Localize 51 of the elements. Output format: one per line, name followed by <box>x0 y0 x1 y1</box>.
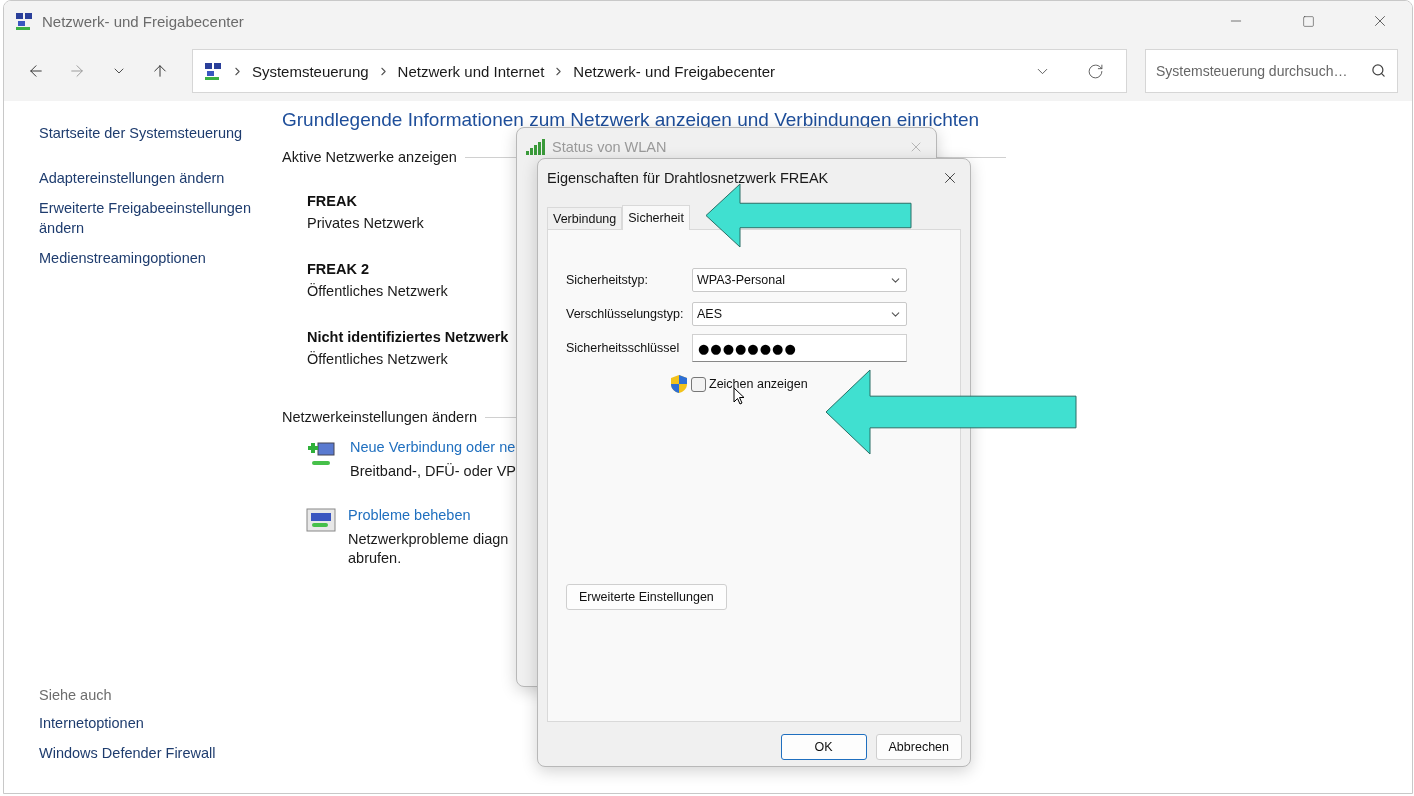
checkbox[interactable] <box>691 376 706 392</box>
checkbox-label[interactable]: Zeichen anzeigen <box>709 377 808 391</box>
field-label: Verschlüsselungstyp: <box>566 307 685 321</box>
dropdown[interactable]: WPA3-Personal <box>692 268 907 292</box>
task-description: Breitband-, DFÜ- oder VP <box>350 462 516 481</box>
tab[interactable]: Verbindung <box>547 207 623 229</box>
network-name: FREAK 2 <box>307 261 370 277</box>
shield-icon <box>670 374 688 394</box>
task-description: abrufen. <box>348 549 403 568</box>
refresh-icon[interactable] <box>1087 62 1104 80</box>
dialog-title: Status von WLAN <box>552 138 668 155</box>
address-bar[interactable]: Systemsteuerung Netzwerk und Internet Netzwerk- und Freigabecenter <box>191 49 1127 93</box>
signal-icon <box>526 138 546 155</box>
tab[interactable]: Sicherheit <box>622 205 690 230</box>
network-icon <box>14 11 34 31</box>
field-label: Sicherheitsschlüssel <box>566 341 681 355</box>
advanced-settings-button[interactable]: Erweiterte Einstellungen <box>566 584 727 610</box>
mouse-cursor-icon <box>733 387 745 405</box>
sidebar-link[interactable]: Internetoptionen <box>39 713 254 733</box>
network-type: Öffentliches Netzwerk <box>307 283 448 299</box>
task-link[interactable]: Probleme beheben <box>348 507 471 523</box>
dropdown[interactable]: AES <box>692 302 907 326</box>
troubleshoot-icon <box>306 507 336 535</box>
sidebar-link[interactable]: Medienstreamingoptionen <box>39 248 254 268</box>
network-name: Nicht identifiziertes Netzwerk <box>307 329 509 345</box>
page-heading: Grundlegende Informationen zum Netzwerk anzeigen und Verbindungen einrichten <box>282 109 981 131</box>
window-title: Netzwerk- und Freigabecenter <box>42 12 245 30</box>
network-name: FREAK <box>307 193 357 209</box>
sidebar-link[interactable]: Windows Defender Firewall <box>39 743 254 763</box>
maximize-icon[interactable] <box>1301 14 1315 28</box>
network-type: Öffentliches Netzwerk <box>307 351 448 367</box>
dialog-button[interactable]: Abbrechen <box>875 734 962 760</box>
sidebar-link[interactable]: Erweiterte Freigabeeinstellungen ändern <box>39 198 254 238</box>
breadcrumb[interactable]: Netzwerk und Internet <box>397 62 545 80</box>
sidebar-link[interactable]: Adaptereinstellungen ändern <box>39 168 254 188</box>
sidebar-link[interactable]: Startseite der Systemsteuerung <box>39 123 254 143</box>
section-heading: Netzwerkeinstellungen ändern <box>282 409 478 425</box>
task-description: Netzwerkprobleme diagn <box>348 530 509 549</box>
password-field[interactable]: ●●●●●●●● <box>692 334 907 362</box>
search-icon[interactable] <box>1371 63 1386 78</box>
network-icon <box>202 61 223 81</box>
search-field[interactable]: Systemsteuerung durchsuch… <box>1145 49 1398 93</box>
breadcrumb[interactable]: Systemsteuerung <box>251 62 369 80</box>
breadcrumb[interactable]: Netzwerk- und Freigabecenter <box>573 62 776 80</box>
section-heading: Aktive Netzwerke anzeigen <box>282 149 457 165</box>
task-link[interactable]: Neue Verbindung oder ne <box>350 439 516 455</box>
network-type: Privates Netzwerk <box>307 215 424 231</box>
see-also-heading: Siehe auch <box>39 687 113 703</box>
field-label: Sicherheitstyp: <box>566 273 649 287</box>
dialog-title: Eigenschaften für Drahtlosnetzwerk FREAK <box>547 169 830 186</box>
dialog-button[interactable]: OK <box>780 734 867 760</box>
